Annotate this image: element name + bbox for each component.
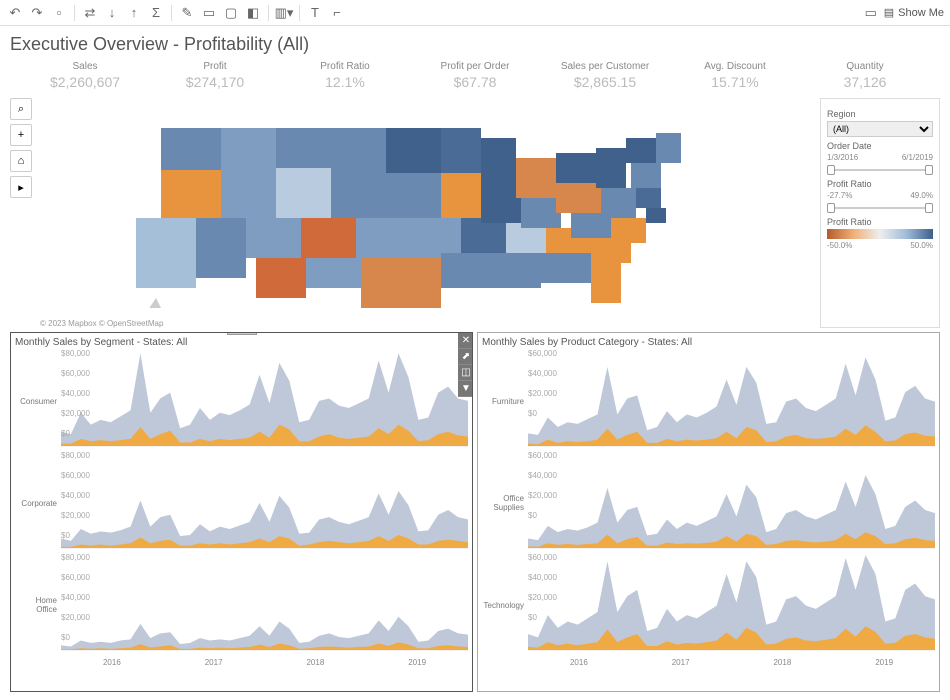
kpi: Avg. Discount 15.71%: [670, 61, 800, 90]
xaxis-tick: 2016: [570, 658, 588, 667]
xaxis-tick: 2016: [103, 658, 121, 667]
showme-icon: ▤: [884, 6, 894, 19]
kpi-value: 37,126: [800, 74, 930, 90]
xaxis-tick: 2019: [408, 658, 426, 667]
chart-row: Technology $60,000$40,000$20,000$0: [482, 554, 935, 656]
xaxis-tick: 2018: [306, 658, 324, 667]
kpi-value: 12.1%: [280, 74, 410, 90]
region-label: Region: [827, 109, 933, 119]
kpi-value: $2,865.15: [540, 74, 670, 90]
map-controls: ⌕ + ⌂ ▸: [10, 98, 32, 328]
xaxis-tick: 2017: [205, 658, 223, 667]
area-chart[interactable]: $60,000$40,000$20,000$0: [528, 555, 935, 655]
map-play-icon[interactable]: ▸: [10, 176, 32, 198]
kpi: Profit $274,170: [150, 61, 280, 90]
filter-panel: Region (All) Order Date 1/3/2016 6/1/201…: [820, 98, 940, 328]
sort-desc-icon[interactable]: ↑: [125, 4, 143, 22]
row-label: Office Supplies: [482, 494, 528, 512]
segment-panel[interactable]: ✕ ⬈ ◫ ▼ Monthly Sales by Segment - State…: [10, 332, 473, 692]
kpi: Sales per Customer $2,865.15: [540, 61, 670, 90]
kpi-row: Sales $2,260,607Profit $274,170Profit Rati…: [10, 61, 940, 98]
kpi-value: $274,170: [150, 74, 280, 90]
map-home-icon[interactable]: ⌂: [10, 150, 32, 172]
chart-row: Consumer $80,000$60,000$40,000$20,000$0: [15, 350, 468, 452]
showme-button[interactable]: ▤ Show Me: [884, 6, 944, 19]
kpi: Sales $2,260,607: [20, 61, 150, 90]
sort-asc-icon[interactable]: ↓: [103, 4, 121, 22]
kpi-label: Sales: [20, 61, 150, 72]
orderdate-from: 1/3/2016: [827, 153, 858, 162]
map-panel[interactable]: © 2023 Mapbox © OpenStreetMap: [40, 98, 812, 328]
profitratio-label: Profit Ratio: [827, 179, 933, 189]
kpi: Quantity 37,126: [800, 61, 930, 90]
chart-row: Office Supplies $60,000$40,000$20,000$0: [482, 452, 935, 554]
kpi-label: Avg. Discount: [670, 61, 800, 72]
row-label: Corporate: [15, 499, 61, 508]
dashboard-title: Executive Overview - Profitability (All): [10, 34, 940, 55]
kpi-value: $67.78: [410, 74, 540, 90]
chart-row: Home Office $80,000$60,000$40,000$20,000…: [15, 554, 468, 656]
xaxis-tick: 2018: [773, 658, 791, 667]
legend-min: -50.0%: [827, 241, 852, 250]
map-zoom-in-icon[interactable]: +: [10, 124, 32, 146]
map-attribution: © 2023 Mapbox © OpenStreetMap: [40, 319, 163, 328]
totals-icon[interactable]: Σ: [147, 4, 165, 22]
orderdate-label: Order Date: [827, 141, 933, 151]
present-icon[interactable]: ▭: [862, 4, 880, 22]
area-chart[interactable]: $80,000$60,000$40,000$20,000$0: [61, 351, 468, 451]
showme-label: Show Me: [898, 7, 944, 19]
area-chart[interactable]: $80,000$60,000$40,000$20,000$0: [61, 555, 468, 655]
area-chart[interactable]: $80,000$60,000$40,000$20,000$0: [61, 453, 468, 553]
kpi-label: Profit Ratio: [280, 61, 410, 72]
profitratio-to: 49.0%: [910, 191, 933, 200]
xaxis-tick: 2019: [875, 658, 893, 667]
close-icon[interactable]: ✕: [458, 333, 473, 349]
fit-icon[interactable]: ▥▾: [275, 4, 293, 22]
legend-label: Profit Ratio: [827, 217, 933, 227]
row-label: Home Office: [15, 596, 61, 614]
undo-icon[interactable]: ↶: [6, 4, 24, 22]
redo-icon[interactable]: ↷: [28, 4, 46, 22]
area-chart[interactable]: $60,000$40,000$20,000$0: [528, 351, 935, 451]
orderdate-slider[interactable]: [827, 165, 933, 175]
legend-max: 50.0%: [910, 241, 933, 250]
group-icon[interactable]: ▭: [200, 4, 218, 22]
chart-row: Furniture $60,000$40,000$20,000$0: [482, 350, 935, 452]
row-label: Consumer: [15, 397, 61, 406]
category-panel[interactable]: Monthly Sales by Product Category - Stat…: [477, 332, 940, 692]
profitratio-slider[interactable]: [827, 203, 933, 213]
row-label: Furniture: [482, 397, 528, 406]
xaxis-tick: 2017: [672, 658, 690, 667]
profitratio-from: -27.7%: [827, 191, 852, 200]
highlight-icon[interactable]: ✎: [178, 4, 196, 22]
labels-icon[interactable]: ▢: [222, 4, 240, 22]
area-chart[interactable]: $60,000$40,000$20,000$0: [528, 453, 935, 553]
save-icon[interactable]: ▫: [50, 4, 68, 22]
region-select[interactable]: (All): [827, 121, 933, 137]
marks-icon[interactable]: ◧: [244, 4, 262, 22]
segment-title: Monthly Sales by Segment - States: All: [15, 337, 468, 348]
kpi: Profit per Order $67.78: [410, 61, 540, 90]
kpi-label: Sales per Customer: [540, 61, 670, 72]
kpi-label: Profit per Order: [410, 61, 540, 72]
chart-row: Corporate $80,000$60,000$40,000$20,000$0: [15, 452, 468, 554]
row-label: Technology: [482, 601, 528, 610]
kpi: Profit Ratio 12.1%: [280, 61, 410, 90]
lines-icon[interactable]: ⌐: [328, 4, 346, 22]
map-search-icon[interactable]: ⌕: [10, 98, 32, 120]
kpi-label: Profit: [150, 61, 280, 72]
kpi-value: 15.71%: [670, 74, 800, 90]
color-legend: [827, 229, 933, 239]
orderdate-to: 6/1/2019: [902, 153, 933, 162]
toolbar: ↶ ↷ ▫ ⇄ ↓ ↑ Σ ✎ ▭ ▢ ◧ ▥▾ T ⌐ ▭ ▤ Show Me: [0, 0, 950, 26]
text-icon[interactable]: T: [306, 4, 324, 22]
kpi-label: Quantity: [800, 61, 930, 72]
drag-handle[interactable]: [227, 332, 257, 335]
kpi-value: $2,260,607: [20, 74, 150, 90]
swap-icon[interactable]: ⇄: [81, 4, 99, 22]
us-map[interactable]: [40, 98, 812, 308]
category-title: Monthly Sales by Product Category - Stat…: [482, 337, 935, 348]
